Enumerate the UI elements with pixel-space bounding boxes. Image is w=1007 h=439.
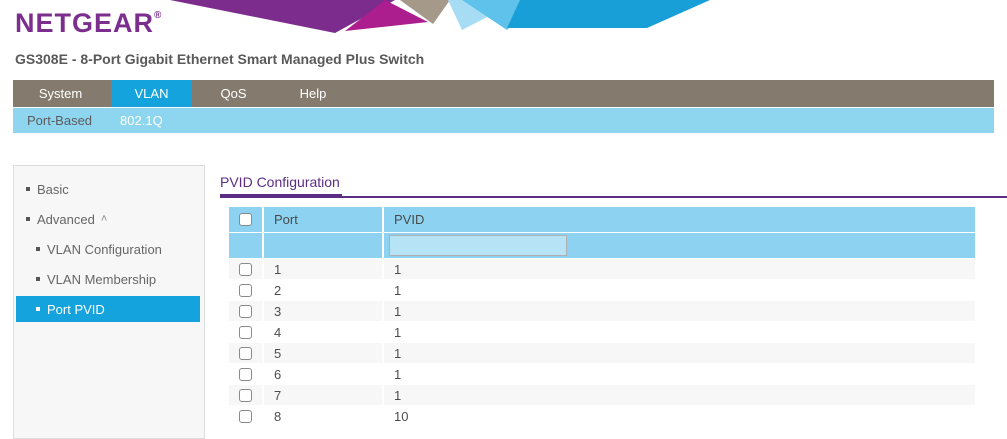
table-row: 1 1 [229, 259, 975, 279]
sidebar-item-label: Port PVID [47, 302, 105, 317]
port-cell: 6 [264, 364, 382, 384]
sidebar-item-label: VLAN Configuration [47, 242, 162, 257]
port-cell: 4 [264, 322, 382, 342]
table-row: 7 1 [229, 385, 975, 405]
registered-trademark-icon: ® [154, 10, 162, 21]
pvid-cell: 1 [384, 280, 975, 300]
row-checkbox-cell [229, 280, 262, 300]
bullet-icon [36, 277, 40, 281]
row-checkbox-cell [229, 301, 262, 321]
sub-nav: Port-Based 802.1Q [13, 108, 994, 133]
pvid-cell: 1 [384, 301, 975, 321]
table-row: 2 1 [229, 280, 975, 300]
sidebar-item-label: VLAN Membership [47, 272, 156, 287]
pvid-cell: 1 [384, 259, 975, 279]
port-cell: 3 [264, 301, 382, 321]
subnav-item-port-based[interactable]: Port-Based [13, 113, 106, 128]
row-checkbox-cell [229, 259, 262, 279]
row-checkbox-cell [229, 343, 262, 363]
bullet-icon [26, 187, 30, 191]
filter-empty-cell [229, 233, 262, 258]
row-checkbox[interactable] [239, 284, 252, 297]
sidebar-item-label: Advanced [37, 212, 95, 227]
select-all-checkbox[interactable] [239, 213, 252, 226]
row-checkbox-cell [229, 364, 262, 384]
pvid-cell: 1 [384, 385, 975, 405]
netgear-logo: NETGEAR® [15, 8, 162, 39]
tab-system[interactable]: System [13, 80, 108, 107]
table-header-row: Port PVID [229, 207, 975, 232]
pvid-cell: 1 [384, 322, 975, 342]
bullet-icon [36, 307, 40, 311]
netgear-logo-text: NETGEAR [15, 8, 154, 38]
row-checkbox[interactable] [239, 326, 252, 339]
port-cell: 1 [264, 259, 382, 279]
sidebar-item-label: Basic [37, 182, 69, 197]
bullet-icon [26, 217, 30, 221]
pvid-cell: 10 [384, 406, 975, 426]
row-checkbox-cell [229, 322, 262, 342]
port-cell: 2 [264, 280, 382, 300]
main-content: PVID Configuration Port PVID [220, 170, 1007, 427]
tab-help[interactable]: Help [275, 80, 351, 107]
bullet-icon [36, 247, 40, 251]
page: NETGEAR® GS308E - 8-Port Gigabit Etherne… [0, 0, 1007, 439]
row-checkbox[interactable] [239, 368, 252, 381]
sidebar-item-port-pvid[interactable]: Port PVID [16, 296, 200, 322]
sidebar-item-vlan-configuration[interactable]: VLAN Configuration [16, 236, 200, 262]
page-title: GS308E - 8-Port Gigabit Ethernet Smart M… [15, 51, 424, 67]
select-all-cell [229, 207, 262, 232]
row-checkbox-cell [229, 385, 262, 405]
pvid-input[interactable] [389, 235, 567, 256]
decorative-banner-graphic [170, 0, 710, 33]
row-checkbox-cell [229, 406, 262, 426]
table-row: 5 1 [229, 343, 975, 363]
tab-vlan[interactable]: VLAN [111, 80, 192, 107]
table-row: 3 1 [229, 301, 975, 321]
table-row: 8 10 [229, 406, 975, 426]
main-nav: System VLAN QoS Help [13, 80, 994, 107]
pvid-cell: 1 [384, 364, 975, 384]
section-heading: PVID Configuration [220, 170, 1007, 198]
column-header-port: Port [264, 207, 382, 232]
subnav-item-8021q[interactable]: 802.1Q [106, 113, 177, 128]
filter-port-cell [264, 233, 382, 258]
sidebar: Basic Advanced ˄ VLAN Configuration VLAN… [13, 165, 205, 439]
row-checkbox[interactable] [239, 305, 252, 318]
table-row: 4 1 [229, 322, 975, 342]
table-row: 6 1 [229, 364, 975, 384]
port-cell: 8 [264, 406, 382, 426]
row-checkbox[interactable] [239, 347, 252, 360]
row-checkbox[interactable] [239, 389, 252, 402]
filter-pvid-cell [384, 233, 975, 258]
pvid-table: Port PVID 1 1 2 1 [229, 207, 975, 426]
sidebar-item-vlan-membership[interactable]: VLAN Membership [16, 266, 200, 292]
collapse-caret-icon: ˄ [101, 213, 107, 225]
pvid-cell: 1 [384, 343, 975, 363]
sidebar-item-advanced[interactable]: Advanced ˄ [16, 206, 200, 232]
port-cell: 5 [264, 343, 382, 363]
sidebar-item-basic[interactable]: Basic [16, 176, 200, 202]
table-filter-row [229, 233, 975, 258]
tab-qos[interactable]: QoS [195, 80, 272, 107]
column-header-pvid: PVID [384, 207, 975, 232]
row-checkbox[interactable] [239, 263, 252, 276]
row-checkbox[interactable] [239, 410, 252, 423]
port-cell: 7 [264, 385, 382, 405]
